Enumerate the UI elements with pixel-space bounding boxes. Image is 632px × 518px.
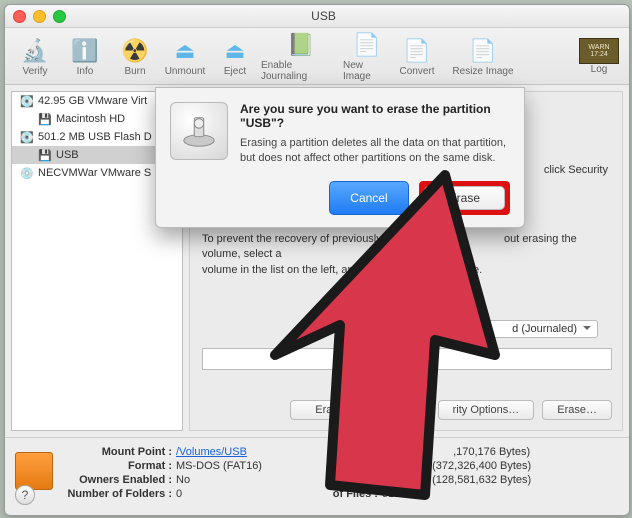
optical-icon: 💿 (20, 166, 34, 180)
titlebar: USB (5, 5, 629, 28)
unmount-icon: ⏏ (170, 36, 200, 66)
hdd-icon: 💽 (20, 130, 34, 144)
name-input[interactable] (202, 348, 612, 370)
resize-image-button[interactable]: 📄Resize Image (443, 36, 523, 77)
toolbar: 🔬Verify ℹ️Info ☢️Burn ⏏Unmount ⏏Eject 📗E… (5, 28, 629, 85)
disk-utility-window: USB 🔬Verify ℹ️Info ☢️Burn ⏏Unmount ⏏Ejec… (4, 4, 630, 516)
footer-info: Mount Point :/Volumes/USB Format :MS-DOS… (5, 437, 629, 516)
disk-utility-icon (170, 102, 228, 160)
microscope-icon: 🔬 (20, 36, 50, 66)
erase-highlight: Erase (419, 181, 510, 215)
security-options-button[interactable]: rity Options… (438, 400, 535, 420)
verify-button[interactable]: 🔬Verify (11, 36, 59, 77)
convert-icon: 📄 (402, 36, 432, 66)
mount-point-link[interactable]: /Volumes/USB (176, 446, 247, 458)
dialog-erase-button[interactable]: Erase (424, 186, 505, 210)
disk-icon (15, 452, 53, 490)
unmount-button[interactable]: ⏏Unmount (161, 36, 209, 77)
hint-text: To prevent the recovery of previously de… (202, 232, 610, 278)
hint-fragment: click Security (544, 164, 608, 176)
eject-button[interactable]: ⏏Eject (211, 36, 259, 77)
burn-button[interactable]: ☢️Burn (111, 36, 159, 77)
info-button[interactable]: ℹ️Info (61, 36, 109, 77)
journal-icon: 📗 (286, 30, 316, 60)
dialog-title: Are you sure you want to erase the parti… (240, 102, 510, 130)
new-image-button[interactable]: 📄New Image (343, 30, 391, 82)
log-button[interactable]: WARN17:24Log (575, 38, 623, 75)
window-title: USB (26, 9, 621, 23)
dialog-body: Erasing a partition deletes all the data… (240, 136, 510, 167)
info-icon: ℹ️ (70, 36, 100, 66)
erase-confirm-dialog: Are you sure you want to erase the parti… (155, 87, 525, 228)
erase-button[interactable]: Erase… (542, 400, 612, 420)
help-button[interactable]: ? (15, 485, 35, 505)
burn-icon: ☢️ (120, 36, 150, 66)
format-select[interactable]: d (Journaled) (348, 320, 598, 338)
volume-icon: 💾 (38, 148, 52, 162)
resize-icon: 📄 (468, 36, 498, 66)
log-icon: WARN17:24 (579, 38, 619, 64)
eject-icon: ⏏ (220, 36, 250, 66)
hdd-icon: 💽 (20, 94, 34, 108)
erase-free-space-button[interactable]: Erase Free Space (290, 400, 430, 420)
format-row: Forma d (Journaled) (202, 308, 610, 338)
volume-icon: 💾 (38, 112, 52, 126)
new-image-icon: 📄 (352, 30, 382, 60)
close-window-button[interactable] (13, 10, 26, 23)
enable-journaling-button[interactable]: 📗Enable Journaling (261, 30, 341, 82)
dialog-cancel-button[interactable]: Cancel (329, 181, 408, 215)
convert-button[interactable]: 📄Convert (393, 36, 441, 77)
